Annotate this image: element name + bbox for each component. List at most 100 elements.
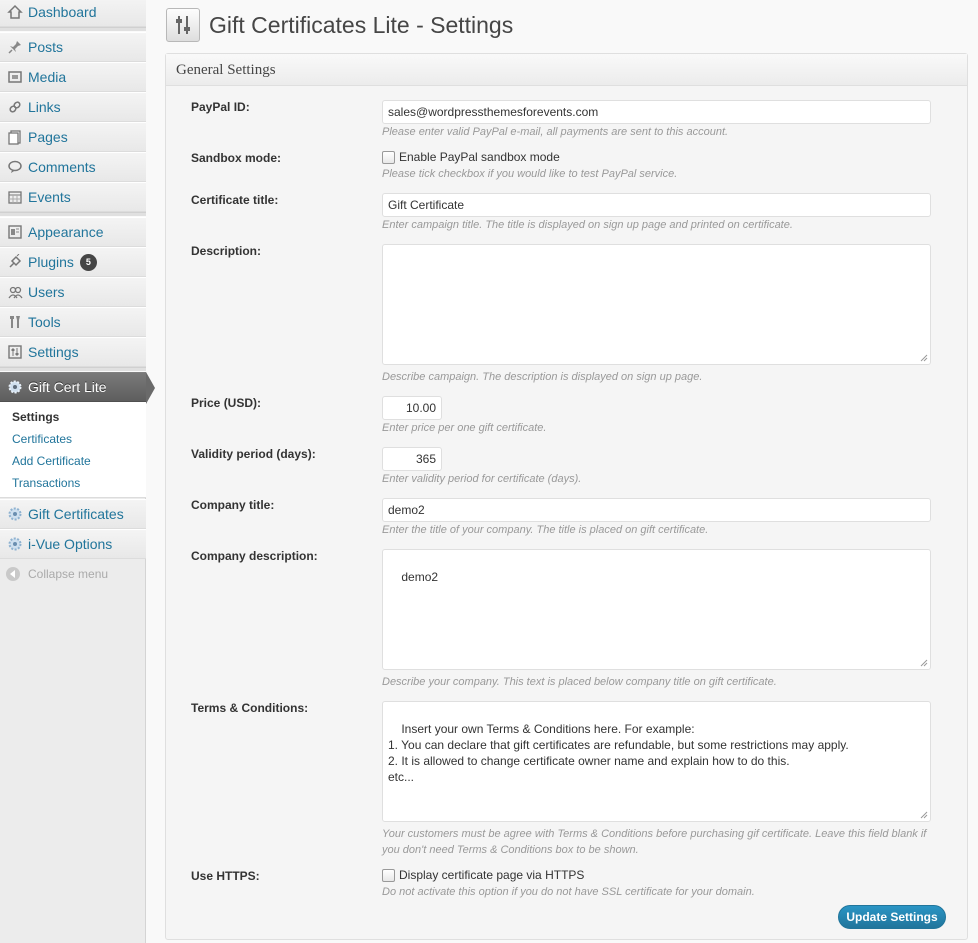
- certificate-title-hint: Enter campaign title. The title is displ…: [382, 219, 793, 231]
- settings-icon: [6, 343, 24, 361]
- terms-conditions-label: Terms & Conditions:: [191, 701, 309, 715]
- sidebar-item-ivue-options[interactable]: i-Vue Options: [0, 529, 146, 559]
- update-settings-button[interactable]: Update Settings: [838, 905, 946, 929]
- page-title: Gift Certificates Lite - Settings: [209, 11, 514, 38]
- use-https-hint: Do not activate this option if you do no…: [382, 886, 755, 898]
- sidebar-item-label: Media: [28, 69, 67, 85]
- appearance-icon: [6, 223, 24, 241]
- admin-sidebar: Dashboard Posts Media Links Pages Commen…: [0, 0, 155, 943]
- sidebar-item-label: Gift Cert Lite: [28, 379, 107, 395]
- sidebar-item-events[interactable]: Events: [0, 182, 146, 212]
- sidebar-item-gift-cert-lite[interactable]: Gift Cert Lite: [0, 372, 155, 404]
- sandbox-mode-hint: Please tick checkbox if you would like t…: [382, 168, 678, 180]
- sidebar-item-comments[interactable]: Comments: [0, 152, 146, 182]
- company-description-hint: Describe your company. This text is plac…: [382, 676, 777, 688]
- sidebar-item-label: Users: [28, 284, 65, 300]
- resize-handle-icon[interactable]: [920, 659, 928, 667]
- sandbox-mode-option[interactable]: Enable PayPal sandbox mode: [382, 150, 560, 164]
- sidebar-item-label: Plugins: [28, 254, 74, 270]
- pin-icon: [6, 38, 24, 56]
- sidebar-item-posts[interactable]: Posts: [0, 32, 146, 62]
- description-textarea[interactable]: [382, 244, 931, 365]
- terms-conditions-hint: Your customers must be agree with Terms …: [382, 828, 927, 856]
- gear-icon: [6, 535, 24, 553]
- calendar-icon: [6, 188, 24, 206]
- submenu-item-certificates[interactable]: Certificates: [12, 432, 72, 446]
- sidebar-item-dashboard[interactable]: Dashboard: [0, 0, 146, 27]
- collapse-menu-button[interactable]: Collapse menu: [6, 567, 108, 581]
- tools-icon: [6, 313, 24, 331]
- use-https-checkbox[interactable]: [382, 868, 395, 882]
- sandbox-mode-checkbox[interactable]: [382, 150, 395, 164]
- price-label: Price (USD):: [191, 396, 262, 410]
- paypal-id-hint: Please enter valid PayPal e-mail, all pa…: [382, 126, 729, 138]
- certificate-title-input[interactable]: Gift Certificate: [382, 193, 931, 217]
- sidebar-item-label: Tools: [28, 314, 61, 330]
- sidebar-item-pages[interactable]: Pages: [0, 122, 146, 152]
- pages-icon: [6, 128, 24, 146]
- sidebar-item-label: Appearance: [28, 224, 104, 240]
- link-icon: [6, 98, 24, 116]
- general-settings-panel: General Settings PayPal ID: sales@wordpr…: [165, 53, 968, 940]
- media-icon: [6, 68, 24, 86]
- use-https-option[interactable]: Display certificate page via HTTPS: [382, 868, 584, 882]
- panel-title: General Settings: [166, 54, 967, 86]
- terms-conditions-value: Insert your own Terms & Conditions here.…: [388, 722, 849, 784]
- sidebar-item-settings[interactable]: Settings: [0, 337, 146, 367]
- gift-cert-submenu: Settings Certificates Add Certificate Tr…: [0, 402, 146, 498]
- page-header: Gift Certificates Lite - Settings: [166, 8, 513, 42]
- validity-period-label: Validity period (days):: [191, 447, 316, 461]
- sidebar-item-label: Events: [28, 189, 71, 205]
- collapse-arrow-icon: [6, 567, 20, 581]
- sandbox-mode-label: Sandbox mode:: [191, 151, 282, 165]
- paypal-id-input[interactable]: sales@wordpressthemesforevents.com: [382, 100, 931, 124]
- users-icon: [6, 283, 24, 301]
- sidebar-item-label: Gift Certificates: [28, 506, 124, 522]
- company-title-input[interactable]: demo2: [382, 498, 931, 522]
- gear-icon: [6, 378, 24, 396]
- paypal-id-label: PayPal ID:: [191, 100, 250, 114]
- sidebar-item-appearance[interactable]: Appearance: [0, 217, 146, 247]
- sidebar-item-label: i-Vue Options: [28, 536, 113, 552]
- certificate-title-label: Certificate title:: [191, 193, 279, 207]
- sidebar-item-links[interactable]: Links: [0, 92, 146, 122]
- sidebar-item-label: Links: [28, 99, 61, 115]
- description-hint: Describe campaign. The description is di…: [382, 371, 703, 383]
- sidebar-item-label: Posts: [28, 39, 64, 55]
- sidebar-item-tools[interactable]: Tools: [0, 307, 146, 337]
- sidebar-item-plugins[interactable]: Plugins 5: [0, 247, 146, 277]
- resize-handle-icon[interactable]: [920, 354, 928, 362]
- gear-icon: [6, 505, 24, 523]
- plugin-icon: [6, 253, 24, 271]
- sidebar-item-users[interactable]: Users: [0, 277, 146, 307]
- use-https-checkbox-label: Display certificate page via HTTPS: [399, 868, 585, 882]
- sidebar-item-label: Settings: [28, 344, 79, 360]
- settings-sliders-icon: [166, 8, 200, 42]
- terms-conditions-textarea[interactable]: Insert your own Terms & Conditions here.…: [382, 701, 931, 822]
- sidebar-item-media[interactable]: Media: [0, 62, 146, 92]
- sidebar-item-gift-certificates[interactable]: Gift Certificates: [0, 499, 146, 529]
- price-input[interactable]: 10.00: [382, 396, 442, 420]
- company-title-label: Company title:: [191, 498, 275, 512]
- submenu-item-add-certificate[interactable]: Add Certificate: [12, 454, 91, 468]
- description-label: Description:: [191, 244, 262, 258]
- sidebar-item-label: Dashboard: [28, 4, 97, 20]
- resize-handle-icon[interactable]: [920, 811, 928, 819]
- company-title-hint: Enter the title of your company. The tit…: [382, 524, 709, 536]
- company-description-value: demo2: [401, 570, 439, 584]
- submenu-item-settings[interactable]: Settings: [12, 410, 59, 424]
- company-description-label: Company description:: [191, 549, 318, 563]
- validity-period-input[interactable]: 365: [382, 447, 442, 471]
- plugin-update-count-badge: 5: [79, 253, 97, 271]
- sidebar-item-label: Comments: [28, 159, 96, 175]
- sidebar-item-label: Pages: [28, 129, 68, 145]
- collapse-menu-label: Collapse menu: [28, 567, 109, 581]
- dashboard-icon: [6, 3, 24, 21]
- submenu-item-transactions[interactable]: Transactions: [12, 476, 80, 490]
- comment-icon: [6, 158, 24, 176]
- validity-period-hint: Enter validity period for certificate (d…: [382, 473, 582, 485]
- use-https-label: Use HTTPS:: [191, 869, 260, 883]
- company-description-textarea[interactable]: demo2: [382, 549, 931, 670]
- price-hint: Enter price per one gift certificate.: [382, 422, 547, 434]
- sandbox-mode-checkbox-label: Enable PayPal sandbox mode: [399, 150, 560, 164]
